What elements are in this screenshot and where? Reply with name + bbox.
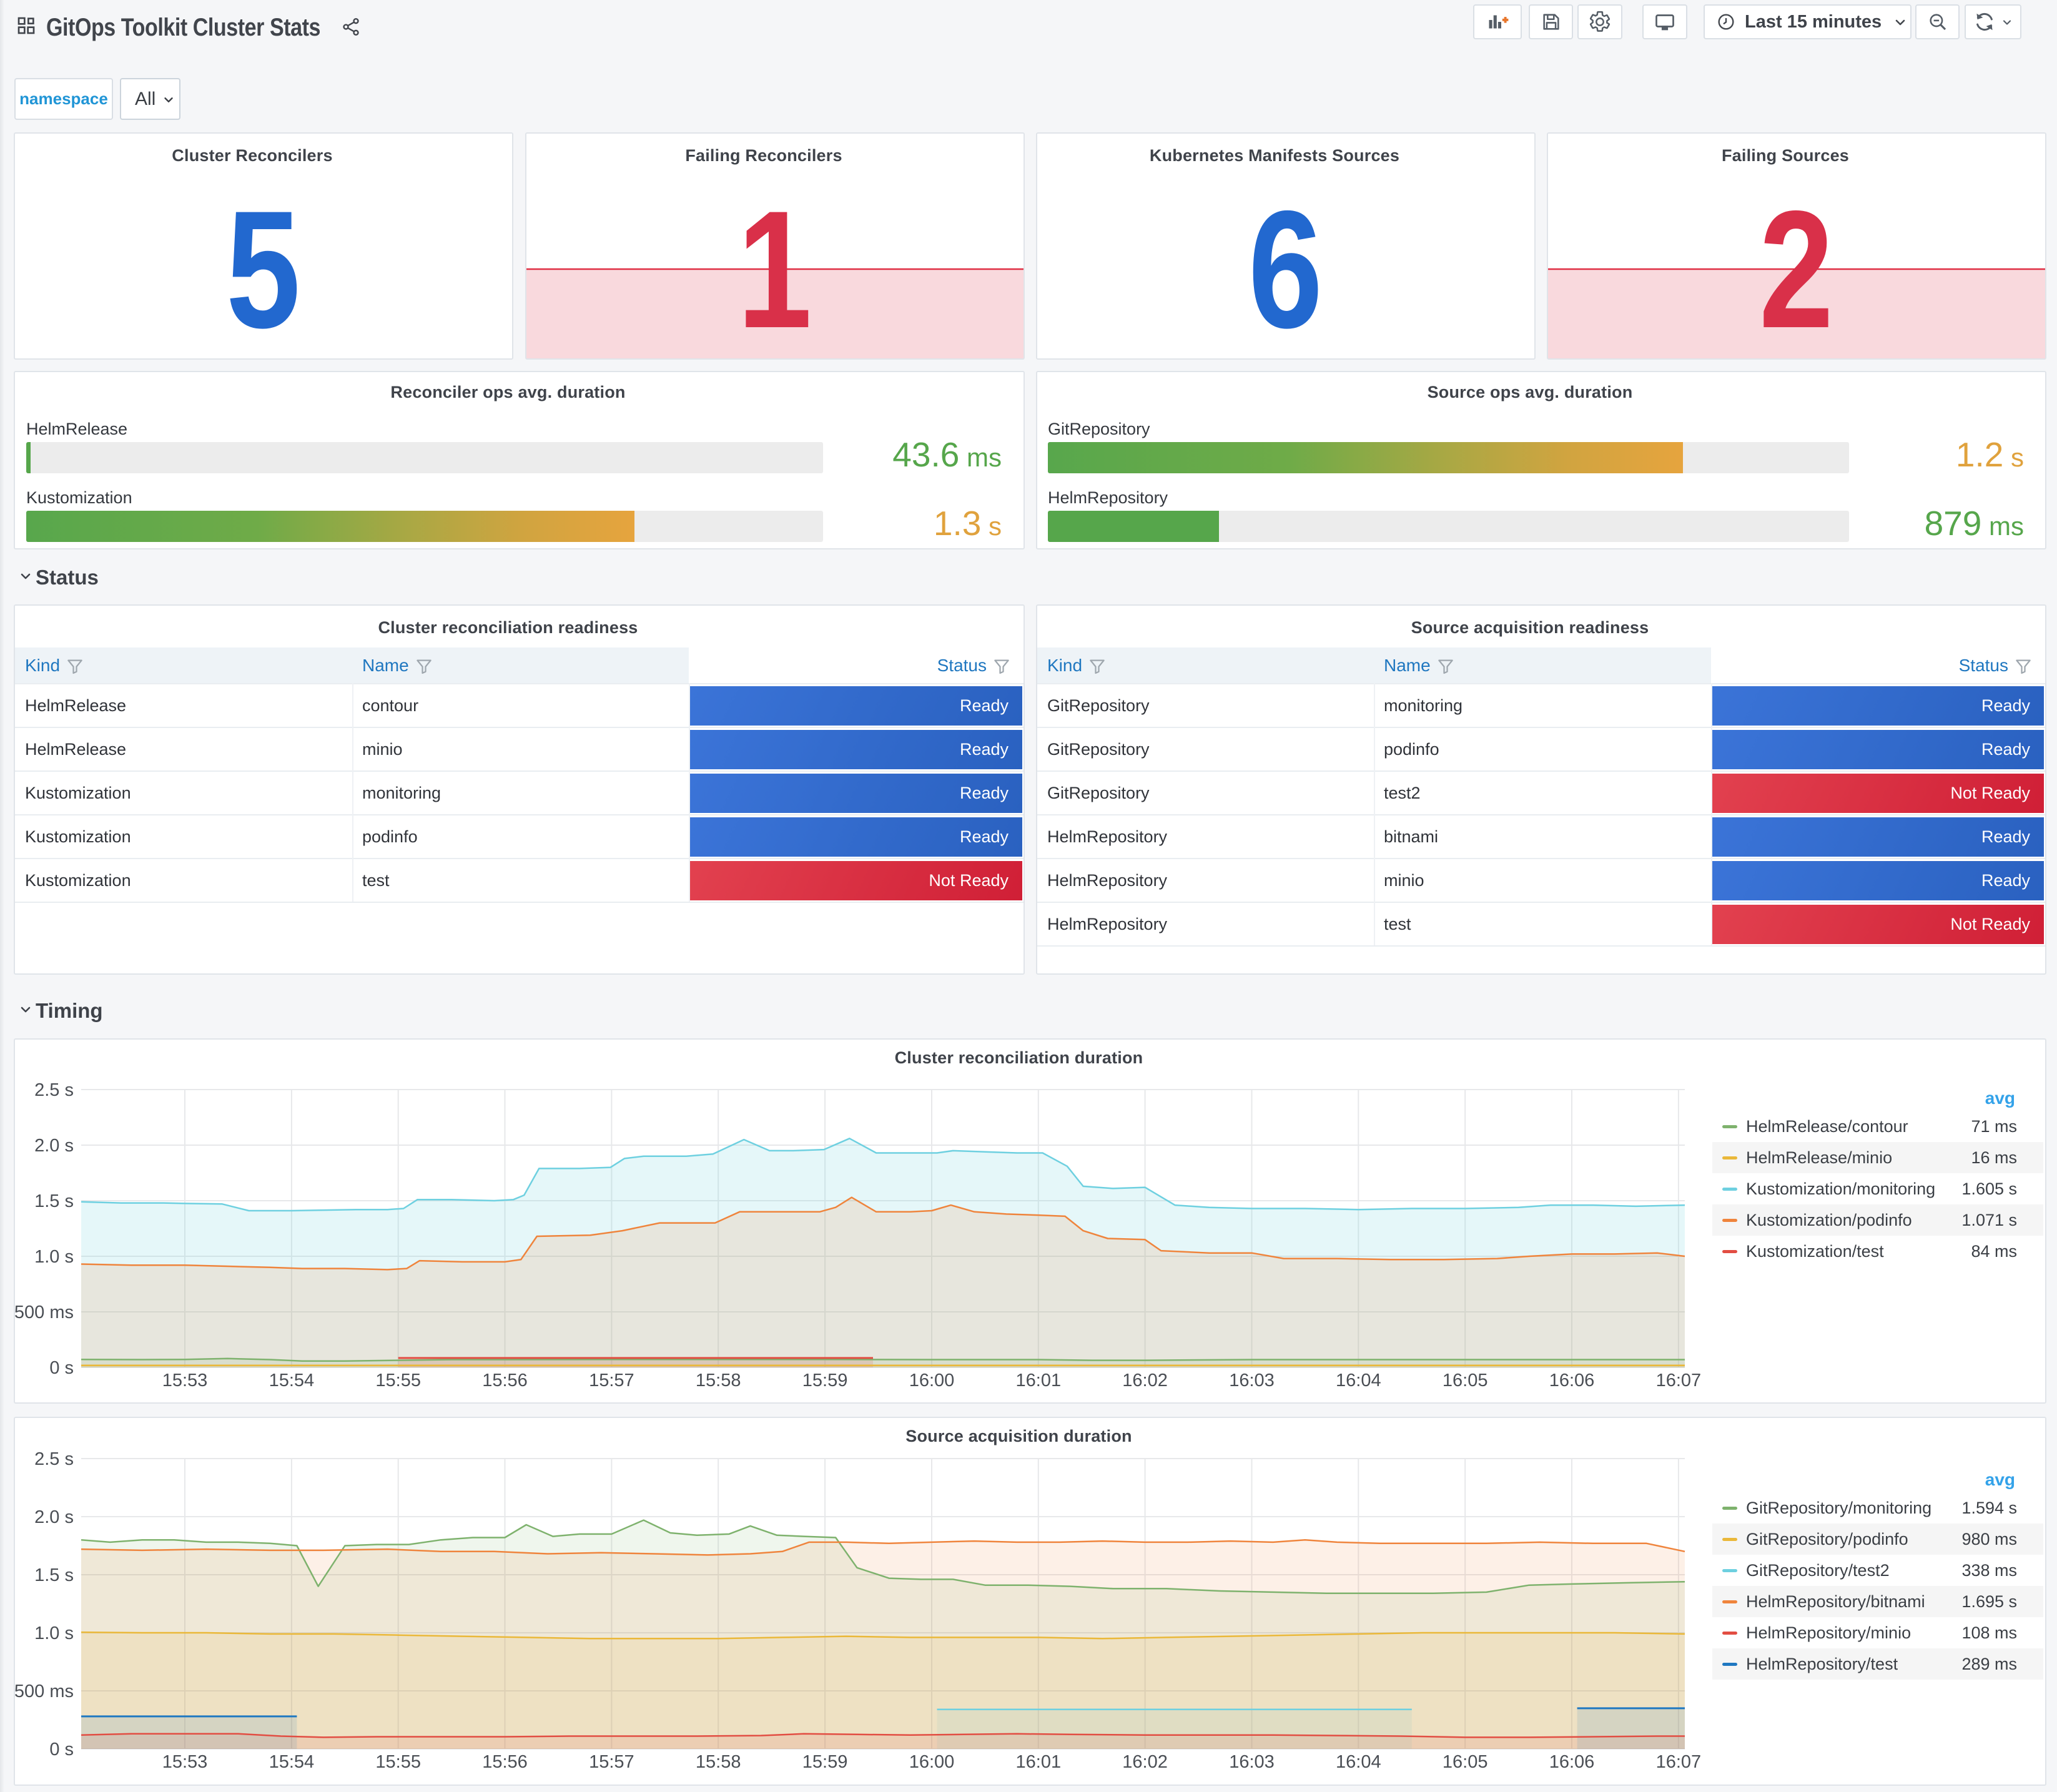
- svg-text:16:03: 16:03: [1229, 1752, 1275, 1772]
- svg-text:16:05: 16:05: [1443, 1371, 1488, 1391]
- svg-text:0 s: 0 s: [49, 1358, 74, 1378]
- svg-text:15:57: 15:57: [589, 1371, 634, 1391]
- svg-text:16:00: 16:00: [909, 1752, 955, 1772]
- svg-text:15:56: 15:56: [482, 1752, 528, 1772]
- svg-text:16:07: 16:07: [1656, 1371, 1702, 1391]
- svg-text:1.5 s: 1.5 s: [34, 1565, 74, 1585]
- svg-text:15:58: 15:58: [696, 1752, 741, 1772]
- svg-text:15:56: 15:56: [482, 1371, 528, 1391]
- svg-text:1.0 s: 1.0 s: [34, 1623, 74, 1643]
- svg-text:500 ms: 500 ms: [15, 1681, 74, 1701]
- svg-text:2.0 s: 2.0 s: [34, 1507, 74, 1527]
- svg-text:16:05: 16:05: [1443, 1752, 1488, 1772]
- svg-text:16:07: 16:07: [1656, 1752, 1702, 1772]
- svg-text:15:58: 15:58: [696, 1371, 741, 1391]
- svg-text:16:03: 16:03: [1229, 1371, 1275, 1391]
- svg-text:16:06: 16:06: [1549, 1752, 1595, 1772]
- svg-text:2.5 s: 2.5 s: [34, 1080, 74, 1100]
- svg-text:16:02: 16:02: [1122, 1371, 1168, 1391]
- svg-text:15:55: 15:55: [375, 1371, 421, 1391]
- svg-text:16:04: 16:04: [1336, 1752, 1381, 1772]
- svg-text:15:57: 15:57: [589, 1752, 634, 1772]
- svg-text:16:04: 16:04: [1336, 1371, 1381, 1391]
- svg-text:16:01: 16:01: [1016, 1752, 1062, 1772]
- svg-text:15:54: 15:54: [269, 1371, 315, 1391]
- svg-text:16:00: 16:00: [909, 1371, 955, 1391]
- svg-text:2.5 s: 2.5 s: [34, 1449, 74, 1469]
- svg-text:500 ms: 500 ms: [15, 1302, 74, 1322]
- svg-text:15:59: 15:59: [802, 1752, 848, 1772]
- svg-text:15:54: 15:54: [269, 1752, 315, 1772]
- svg-text:15:53: 15:53: [162, 1752, 208, 1772]
- svg-text:15:55: 15:55: [375, 1752, 421, 1772]
- svg-text:0 s: 0 s: [49, 1740, 74, 1760]
- svg-text:1.5 s: 1.5 s: [34, 1191, 74, 1211]
- svg-text:16:01: 16:01: [1016, 1371, 1062, 1391]
- svg-text:15:59: 15:59: [802, 1371, 848, 1391]
- svg-text:15:53: 15:53: [162, 1371, 208, 1391]
- svg-text:1.0 s: 1.0 s: [34, 1247, 74, 1267]
- svg-text:16:02: 16:02: [1122, 1752, 1168, 1772]
- svg-text:16:06: 16:06: [1549, 1371, 1595, 1391]
- svg-text:2.0 s: 2.0 s: [34, 1136, 74, 1156]
